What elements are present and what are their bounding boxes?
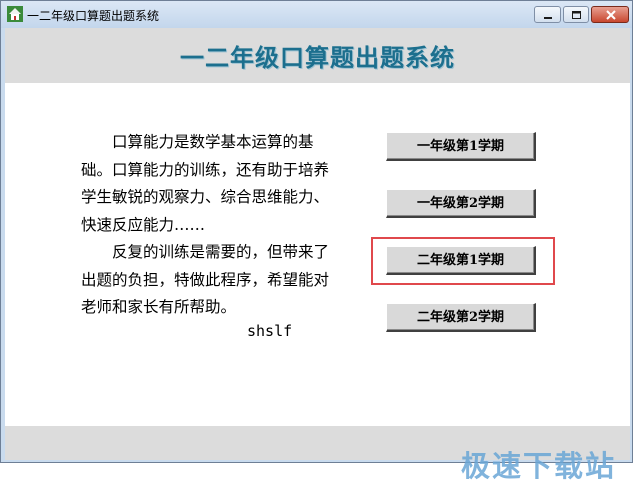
intro-paragraph-2: 反复的训练是需要的，但带来了出题的负担，特做此程序，希望能对老师和家长有所帮助。 xyxy=(81,243,330,316)
header-band: 一二年级口算题出题系统 xyxy=(5,28,630,83)
client-area: 一二年级口算题出题系统 口算能力是数学基本运算的基础。口算能力的训练，还有助于培… xyxy=(5,28,630,483)
intro-text: 口算能力是数学基本运算的基础。口算能力的训练，还有助于培养学生敏锐的观察力、综合… xyxy=(81,129,341,322)
app-window: 一二年级口算题出题系统 一二年级口算题出题系统 口算能力是数学基本运算的基础。口… xyxy=(0,0,633,483)
grade2-term2-button[interactable]: 二年级第2学期 xyxy=(386,303,536,332)
watermark-logo: 极速下载站 xyxy=(461,449,617,483)
intro-paragraph-1: 口算能力是数学基本运算的基础。口算能力的训练，还有助于培养学生敏锐的观察力、综合… xyxy=(81,133,330,234)
page-title: 一二年级口算题出题系统 xyxy=(180,43,455,72)
highlight-annotation xyxy=(371,237,555,285)
maximize-button[interactable] xyxy=(563,6,589,23)
close-icon xyxy=(606,10,616,20)
title-bar[interactable]: 一二年级口算题出题系统 xyxy=(1,1,632,28)
house-icon xyxy=(7,6,23,22)
minimize-icon xyxy=(544,17,552,19)
grade1-term2-button[interactable]: 一年级第2学期 xyxy=(386,189,536,218)
maximize-icon xyxy=(572,11,581,19)
grade1-term1-button[interactable]: 一年级第1学期 xyxy=(386,132,536,161)
window-title: 一二年级口算题出题系统 xyxy=(27,9,160,23)
close-button[interactable] xyxy=(591,6,629,23)
minimize-button[interactable] xyxy=(534,6,561,23)
author-signature: shslf xyxy=(247,322,293,340)
